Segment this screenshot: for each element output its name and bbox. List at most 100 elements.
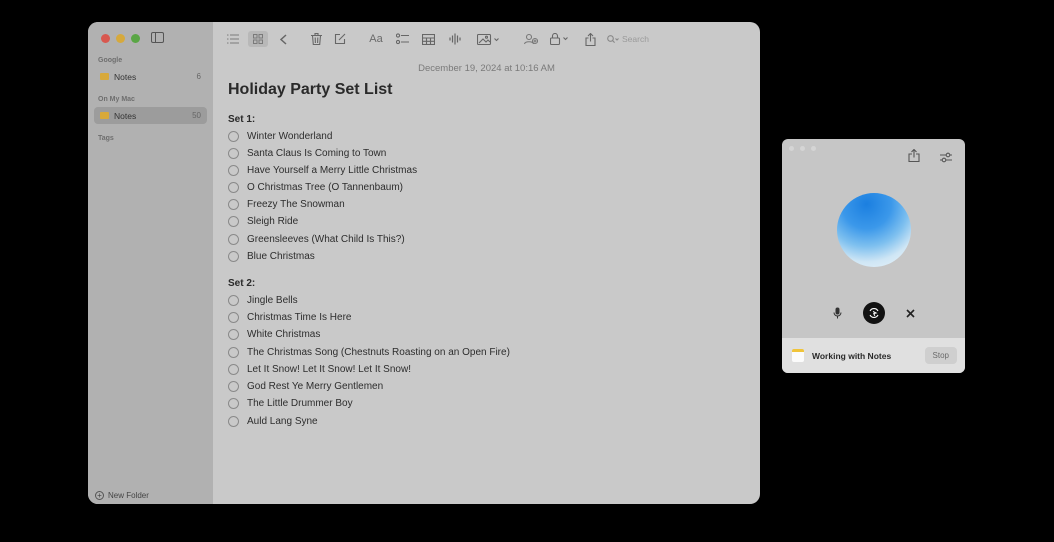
folder-icon (100, 112, 109, 119)
checklist-item-text: Let It Snow! Let It Snow! Let It Snow! (247, 363, 411, 375)
checkbox-circle-icon[interactable] (228, 130, 239, 142)
checklist-item-text: White Christmas (247, 328, 321, 340)
checklist-item-text: Christmas Time Is Here (247, 311, 352, 323)
checklist-item-text: Freezy The Snowman (247, 198, 345, 210)
checkbox-circle-icon[interactable] (228, 397, 239, 409)
checkbox-circle-icon[interactable] (228, 250, 239, 262)
checklist-item: Winter Wonderland (228, 129, 332, 143)
checklist-item-text: Greensleeves (What Child Is This?) (247, 233, 405, 245)
sidebar-toggle-icon[interactable] (151, 32, 164, 43)
table-icon[interactable] (421, 31, 435, 47)
checklist-item-text: Auld Lang Syne (247, 415, 318, 427)
folder-count: 50 (192, 111, 201, 120)
checklist-item: O Christmas Tree (O Tannenbaum) (228, 180, 403, 194)
microphone-icon[interactable] (826, 302, 848, 324)
checkbox-circle-icon[interactable] (228, 415, 239, 427)
format-text-icon[interactable]: Aa (367, 31, 385, 47)
checkbox-circle-icon[interactable] (228, 198, 239, 210)
panel-minimize-button[interactable] (800, 146, 805, 151)
panel-close-button[interactable] (789, 146, 794, 151)
audio-waveform-icon[interactable] (448, 31, 462, 47)
checklist-item-text: Jingle Bells (247, 294, 298, 306)
panel-zoom-button[interactable] (811, 146, 816, 151)
checklist-item-text: Winter Wonderland (247, 130, 333, 142)
checklist-item-text: Blue Christmas (247, 250, 315, 262)
checklist-item: Freezy The Snowman (228, 197, 345, 211)
checklist-item: Sleigh Ride (228, 214, 298, 228)
close-window-button[interactable] (101, 34, 110, 43)
trash-icon[interactable] (309, 31, 323, 47)
checklist-item-text: God Rest Ye Merry Gentlemen (247, 380, 384, 392)
minimize-window-button[interactable] (116, 34, 125, 43)
checkbox-circle-icon[interactable] (228, 380, 239, 392)
new-folder-button[interactable]: + New Folder (95, 491, 149, 500)
notes-window: Google Notes 6 On My Mac Notes 50 Tags +… (88, 22, 760, 504)
notes-app-icon (792, 349, 804, 362)
panel-window-controls (789, 146, 816, 151)
checkbox-circle-icon[interactable] (228, 233, 239, 245)
zoom-window-button[interactable] (131, 34, 140, 43)
screen-share-icon[interactable] (863, 302, 885, 324)
new-folder-label: New Folder (108, 491, 149, 500)
toolbar: Aa Search (213, 22, 760, 56)
folder-google-notes[interactable]: Notes 6 (94, 68, 207, 85)
gallery-view-icon[interactable] (248, 31, 268, 47)
note-title: Holiday Party Set List (228, 81, 393, 98)
checklist-item: Have Yourself a Merry Little Christmas (228, 163, 417, 177)
checkbox-circle-icon[interactable] (228, 328, 239, 340)
checkbox-circle-icon[interactable] (228, 215, 239, 227)
assistant-orb (837, 193, 911, 267)
panel-status-bar: Working with Notes Stop (782, 338, 965, 373)
section-on-my-mac: On My Mac (98, 96, 135, 103)
lock-menu-icon[interactable] (549, 31, 571, 47)
checklist-icon[interactable] (395, 31, 409, 47)
checklist-item: The Christmas Song (Chestnuts Roasting o… (228, 345, 510, 359)
close-icon[interactable] (899, 302, 921, 324)
compose-icon[interactable] (333, 31, 347, 47)
checkbox-circle-icon[interactable] (228, 147, 239, 159)
share-icon[interactable] (583, 31, 597, 47)
checklist-item-text: Sleigh Ride (247, 215, 299, 227)
checklist-item: White Christmas (228, 327, 320, 341)
checklist-item: God Rest Ye Merry Gentlemen (228, 379, 383, 393)
folder-name: Notes (114, 71, 137, 82)
stop-button[interactable]: Stop (924, 347, 957, 364)
checkbox-circle-icon[interactable] (228, 346, 239, 358)
assistant-panel: Working with Notes Stop (782, 139, 965, 373)
sidebar: Google Notes 6 On My Mac Notes 50 Tags +… (88, 22, 213, 504)
plus-icon: + (95, 491, 104, 500)
list-view-icon[interactable] (225, 31, 241, 47)
back-chevron-icon[interactable] (277, 31, 289, 47)
media-menu-icon[interactable] (475, 31, 503, 47)
checklist-item: Blue Christmas (228, 249, 315, 263)
collaborate-icon[interactable] (523, 31, 539, 47)
window-controls (101, 34, 140, 43)
folder-name: Notes (114, 110, 137, 121)
checkbox-circle-icon[interactable] (228, 363, 239, 375)
search-field[interactable]: Search (607, 33, 747, 45)
checkbox-circle-icon[interactable] (228, 311, 239, 323)
status-text: Working with Notes (812, 350, 892, 361)
search-placeholder: Search (622, 34, 649, 44)
folder-local-notes[interactable]: Notes 50 (94, 107, 207, 124)
checkbox-circle-icon[interactable] (228, 181, 239, 193)
folder-count: 6 (196, 72, 201, 81)
checkbox-circle-icon[interactable] (228, 164, 239, 176)
checklist-item-text: O Christmas Tree (O Tannenbaum) (247, 181, 403, 193)
checklist-item-text: The Little Drummer Boy (247, 397, 353, 409)
checklist-item-text: Have Yourself a Merry Little Christmas (247, 164, 418, 176)
note-editor[interactable]: December 19, 2024 at 10:16 AM Holiday Pa… (213, 56, 760, 504)
note-date: December 19, 2024 at 10:16 AM (418, 63, 555, 74)
checklist-item: Let It Snow! Let It Snow! Let It Snow! (228, 362, 411, 376)
checkbox-circle-icon[interactable] (228, 294, 239, 306)
checklist-item: The Little Drummer Boy (228, 396, 353, 410)
settings-sliders-icon[interactable] (940, 150, 952, 168)
folder-icon (100, 73, 109, 80)
search-icon (607, 34, 619, 43)
checklist-item: Greensleeves (What Child Is This?) (228, 232, 405, 246)
upload-icon[interactable] (908, 148, 920, 167)
checklist-item-text: Santa Claus Is Coming to Town (247, 147, 387, 159)
checklist-item: Jingle Bells (228, 293, 298, 307)
checklist-item: Christmas Time Is Here (228, 310, 351, 324)
section-tags[interactable]: Tags (98, 135, 114, 142)
